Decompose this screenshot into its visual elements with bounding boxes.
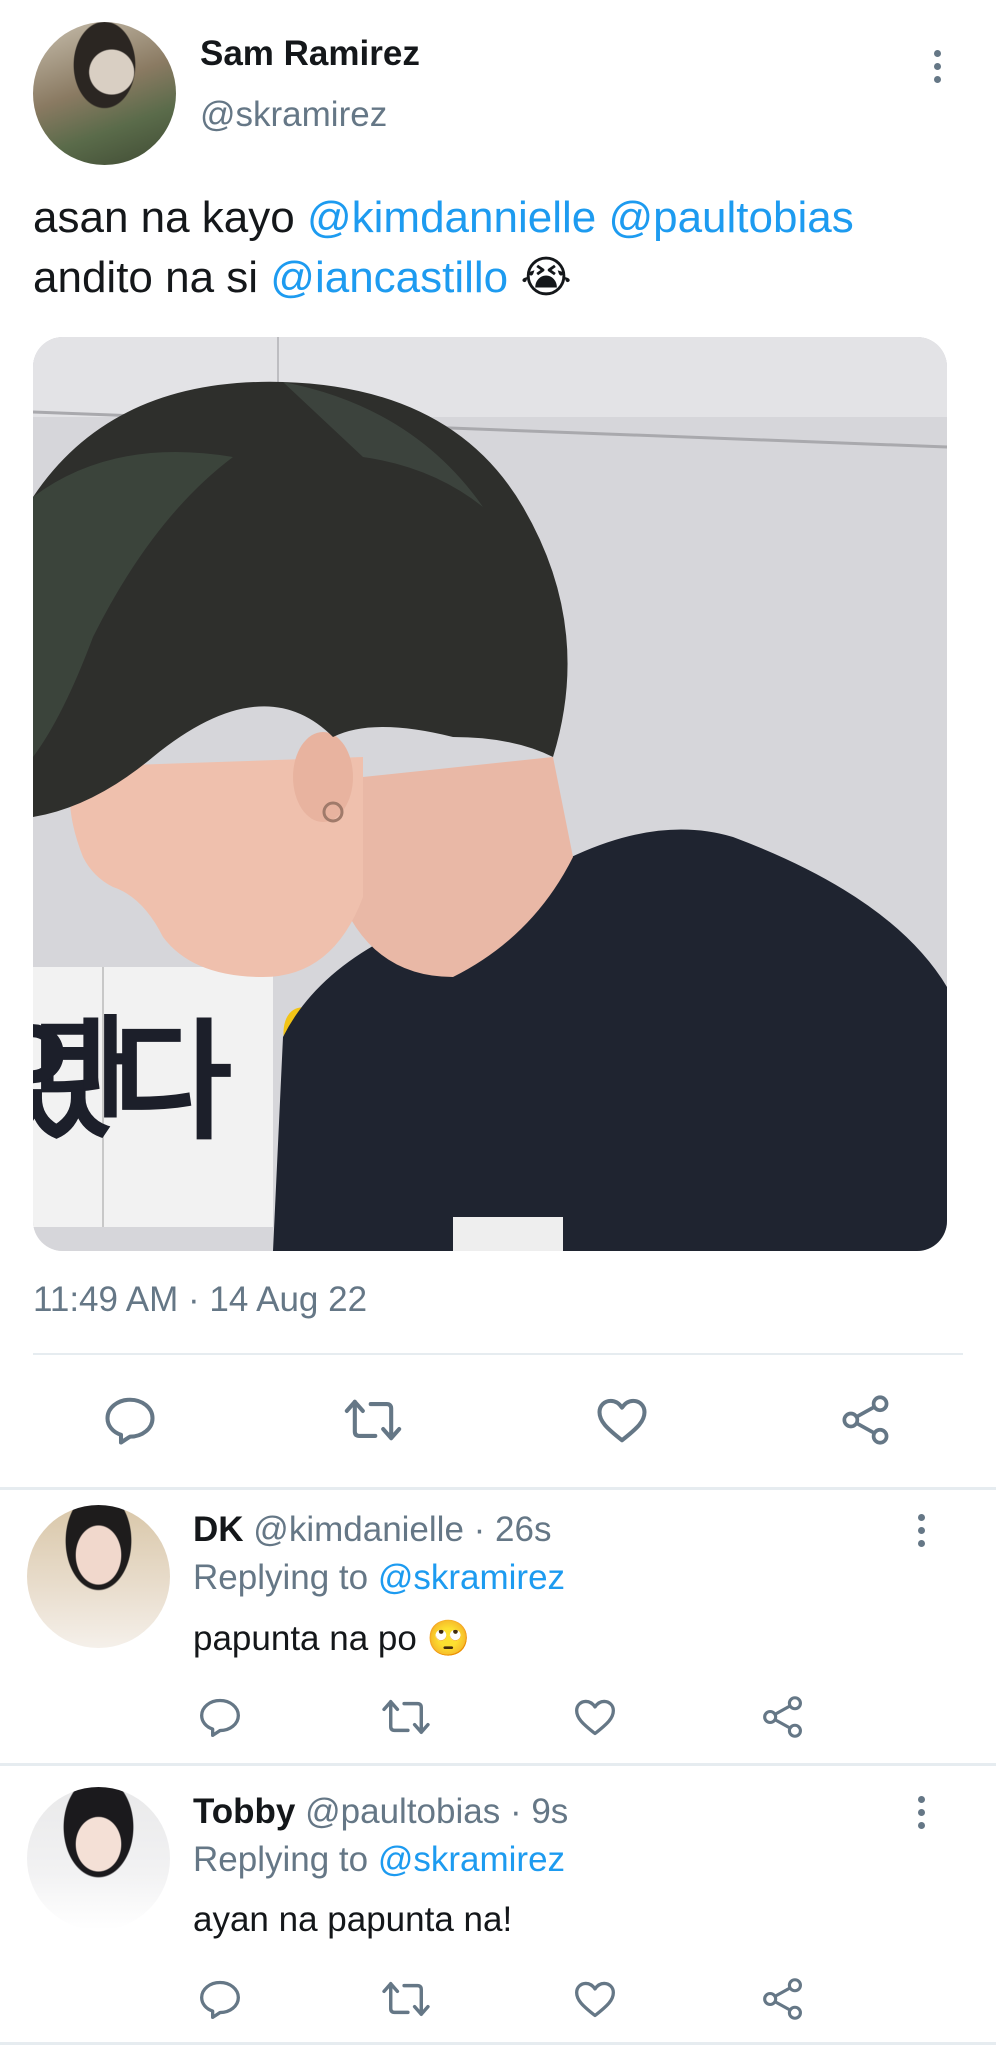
like-icon[interactable]	[582, 1390, 662, 1450]
like-icon[interactable]	[565, 1692, 625, 1742]
replying-to: Replying to @skramirez	[193, 1840, 566, 1879]
mention-link[interactable]: @paultobias	[608, 193, 853, 242]
tweet-text-part: asan na kayo	[33, 193, 307, 242]
mention-link[interactable]: @skramirez	[378, 1840, 565, 1879]
tweet-text-part: andito na si	[33, 253, 271, 302]
reply-header: DK @kimdanielle · 26s	[193, 1510, 551, 1550]
sign-text: 었다	[33, 1006, 232, 1158]
divider	[0, 1763, 996, 1766]
more-options-icon[interactable]	[916, 1514, 926, 1547]
reply-icon[interactable]	[190, 1974, 250, 2024]
divider	[0, 2042, 996, 2045]
tweet-timestamp[interactable]: 11:49 AM · 14 Aug 22	[33, 1280, 367, 1320]
crying-emoji: 😭	[520, 252, 572, 303]
reply-icon[interactable]	[190, 1692, 250, 1742]
share-icon[interactable]	[753, 1692, 813, 1742]
reply-author-name[interactable]: Tobby	[193, 1792, 295, 1831]
reply-author-handle[interactable]: @kimdanielle	[253, 1510, 464, 1549]
mention-link[interactable]: @kimdannielle	[307, 193, 596, 242]
photo-illustration: 다 었다	[33, 337, 947, 1251]
mention-link[interactable]: @iancastillo	[270, 253, 508, 302]
share-icon[interactable]	[753, 1974, 813, 2024]
retweet-icon[interactable]	[333, 1390, 413, 1450]
share-icon[interactable]	[826, 1390, 906, 1450]
replying-to: Replying to @skramirez	[193, 1558, 566, 1597]
retweet-icon[interactable]	[376, 1974, 436, 2024]
reply-avatar[interactable]	[27, 1505, 170, 1648]
like-icon[interactable]	[565, 1974, 625, 2024]
more-options-icon[interactable]	[916, 1796, 926, 1829]
reply-text: ayan na papunta na!	[193, 1900, 513, 1939]
tweet-media-photo[interactable]: 다 었다	[33, 337, 947, 1251]
reply-avatar[interactable]	[27, 1787, 170, 1930]
reply-icon[interactable]	[90, 1390, 170, 1450]
author-avatar[interactable]	[33, 22, 176, 165]
reply-time: · 9s	[500, 1792, 569, 1831]
divider	[33, 1353, 963, 1355]
tweet-text: asan na kayo @kimdannielle @paultobias a…	[33, 188, 973, 308]
reply-time: · 26s	[463, 1510, 552, 1549]
divider	[0, 1487, 996, 1490]
reply-author-handle[interactable]: @paultobias	[305, 1792, 500, 1831]
eye-roll-emoji: 🙄	[426, 1619, 471, 1659]
reply-text: papunta na po 🙄	[193, 1619, 471, 1659]
mention-link[interactable]: @skramirez	[378, 1558, 565, 1597]
author-handle[interactable]: @skramirez	[200, 95, 387, 135]
author-name[interactable]: Sam Ramirez	[200, 34, 420, 74]
reply-header: Tobby @paultobias · 9s	[193, 1792, 568, 1832]
more-options-icon[interactable]	[932, 50, 942, 83]
retweet-icon[interactable]	[376, 1692, 436, 1742]
reply-author-name[interactable]: DK	[193, 1510, 244, 1549]
